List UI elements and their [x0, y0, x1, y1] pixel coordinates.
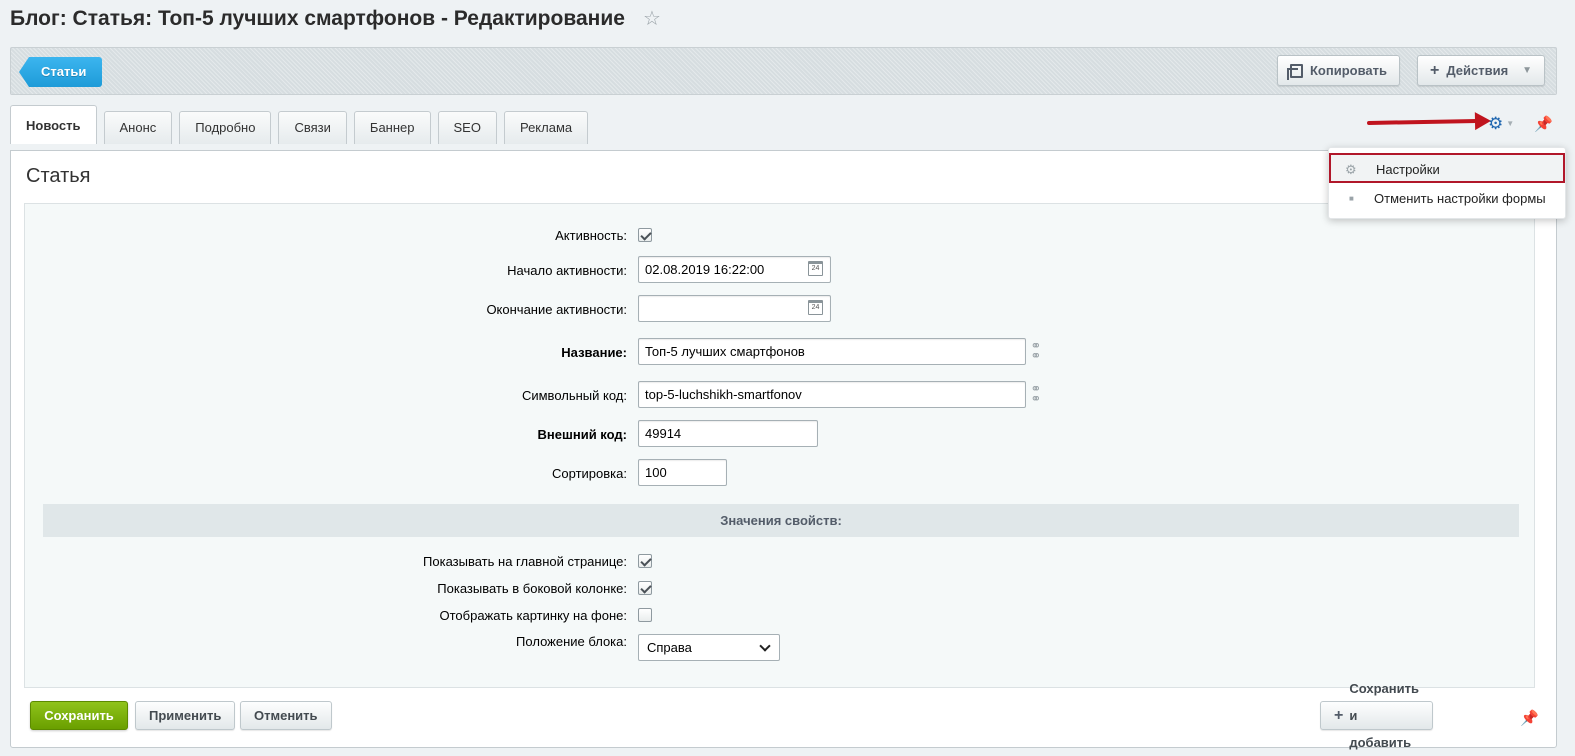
chevron-down-icon: [759, 640, 771, 652]
show-side-label: Показывать в боковой колонке:: [437, 581, 627, 596]
row-bg-image: Отображать картинку на фоне:: [25, 607, 1534, 624]
sort-input[interactable]: [638, 459, 727, 486]
name-input[interactable]: [638, 338, 1026, 365]
chevron-down-icon: ▼: [1506, 119, 1515, 128]
actions-button[interactable]: + Действия ▼: [1417, 55, 1545, 86]
tab-news[interactable]: Новость: [10, 105, 97, 144]
bullet-icon: ■: [1349, 194, 1354, 203]
link-chain-icon[interactable]: ⚭ ⚭: [1030, 382, 1042, 405]
xml-id-input[interactable]: [638, 420, 818, 447]
annotation-arrow: [1366, 119, 1480, 125]
bg-image-checkbox[interactable]: [638, 608, 652, 622]
row-position: Положение блока: Справа: [25, 634, 1534, 661]
pin-icon[interactable]: 📌: [1534, 115, 1553, 133]
name-label: Название:: [561, 345, 627, 360]
tab-detail[interactable]: Подробно: [179, 111, 272, 144]
row-show-main: Показывать на главной странице:: [25, 553, 1534, 570]
menu-item-label: Отменить настройки формы: [1374, 191, 1546, 206]
xml-id-label: Внешний код:: [537, 427, 627, 442]
active-to-label: Окончание активности:: [486, 302, 627, 317]
copy-button[interactable]: Копировать: [1277, 55, 1401, 86]
settings-dropdown-menu: ⚙ Настройки ■ Отменить настройки формы: [1328, 147, 1566, 219]
copy-icon: [1287, 63, 1303, 80]
page-title-text: Блог: Статья: Топ-5 лучших смартфонов - …: [10, 6, 625, 30]
pin-icon[interactable]: 📌: [1520, 709, 1539, 727]
page-title: Блог: Статья: Топ-5 лучших смартфонов - …: [10, 6, 661, 31]
tab-seo[interactable]: SEO: [437, 111, 497, 144]
menu-item-reset-form-settings[interactable]: ■ Отменить настройки формы: [1329, 184, 1565, 214]
tab-announce[interactable]: Анонс: [103, 111, 173, 144]
position-select-value: Справа: [647, 640, 692, 655]
bg-image-label: Отображать картинку на фоне:: [439, 608, 628, 623]
form-panel: Статья Активность: Начало активности: 24…: [10, 150, 1557, 748]
calendar-icon[interactable]: 24: [808, 261, 823, 276]
form-fields-box: Активность: Начало активности: 24 Оконча…: [24, 203, 1535, 688]
menu-item-label: Настройки: [1376, 162, 1440, 177]
copy-button-label: Копировать: [1310, 63, 1388, 78]
tab-links[interactable]: Связи: [278, 111, 347, 144]
form-tabs: Новость Анонс Подробно Связи Баннер SEO …: [10, 105, 589, 144]
save-button[interactable]: Сохранить: [30, 701, 128, 730]
toolbar: Статьи Копировать + Действия ▼: [10, 47, 1557, 95]
position-select[interactable]: Справа: [638, 634, 780, 661]
link-chain-icon[interactable]: ⚭ ⚭: [1030, 339, 1042, 362]
gear-icon: ⚙: [1345, 162, 1357, 177]
tab-banner[interactable]: Баннер: [353, 111, 431, 144]
plus-icon: +: [1430, 62, 1440, 79]
show-main-label: Показывать на главной странице:: [423, 554, 627, 569]
active-checkbox[interactable]: [638, 228, 652, 242]
calendar-icon[interactable]: 24: [808, 300, 823, 315]
tab-ads[interactable]: Реклама: [503, 111, 589, 144]
menu-item-settings[interactable]: ⚙ Настройки: [1329, 153, 1565, 183]
gear-icon: ⚙: [1488, 114, 1504, 133]
show-side-checkbox[interactable]: [638, 581, 652, 595]
save-and-add-label: Сохранить и добавить: [1349, 681, 1419, 750]
actions-button-label: Действия: [1446, 63, 1509, 78]
show-main-checkbox[interactable]: [638, 554, 652, 568]
code-label: Символьный код:: [521, 388, 627, 403]
plus-icon: +: [1334, 707, 1344, 724]
code-input[interactable]: [638, 381, 1026, 408]
star-icon[interactable]: ☆: [643, 6, 661, 31]
active-from-label: Начало активности:: [507, 263, 627, 278]
row-active: Активность:: [25, 226, 1534, 243]
active-to-input[interactable]: [638, 295, 831, 322]
row-show-side: Показывать в боковой колонке:: [25, 580, 1534, 597]
save-and-add-button[interactable]: + Сохранить и добавить: [1320, 681, 1433, 750]
panel-title: Статья: [26, 165, 91, 187]
apply-button[interactable]: Применить: [135, 701, 236, 730]
position-label: Положение блока:: [516, 634, 627, 649]
properties-section-header: Значения свойств:: [43, 504, 1519, 537]
back-to-articles-button[interactable]: Статьи: [19, 57, 103, 87]
form-settings-button[interactable]: ⚙ ▼: [1488, 115, 1514, 132]
sort-label: Сортировка:: [552, 466, 627, 481]
active-label: Активность:: [555, 228, 627, 243]
cancel-button[interactable]: Отменить: [240, 701, 332, 730]
chevron-down-icon: ▼: [1522, 65, 1532, 76]
active-from-input[interactable]: [638, 256, 831, 283]
